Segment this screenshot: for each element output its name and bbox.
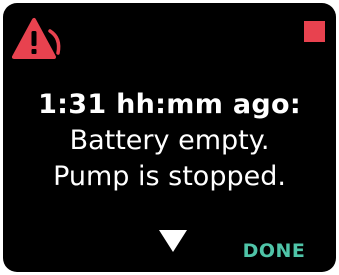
down-arrow-icon[interactable] — [158, 229, 188, 253]
alarm-text-line-2: Pump is stopped. — [53, 161, 286, 192]
alarm-time: 1:31 hh:mm ago: — [38, 89, 301, 120]
stop-square-icon — [304, 21, 325, 42]
alarm-text-line-1: Battery empty. — [69, 125, 270, 156]
pump-alarm-screen: 1:31 hh:mm ago: Battery empty. Pump is s… — [3, 3, 336, 272]
alarm-warning-triangle-icon — [12, 16, 68, 62]
done-button[interactable]: DONE — [229, 237, 319, 265]
alarm-message: 1:31 hh:mm ago: Battery empty. Pump is s… — [3, 87, 336, 195]
